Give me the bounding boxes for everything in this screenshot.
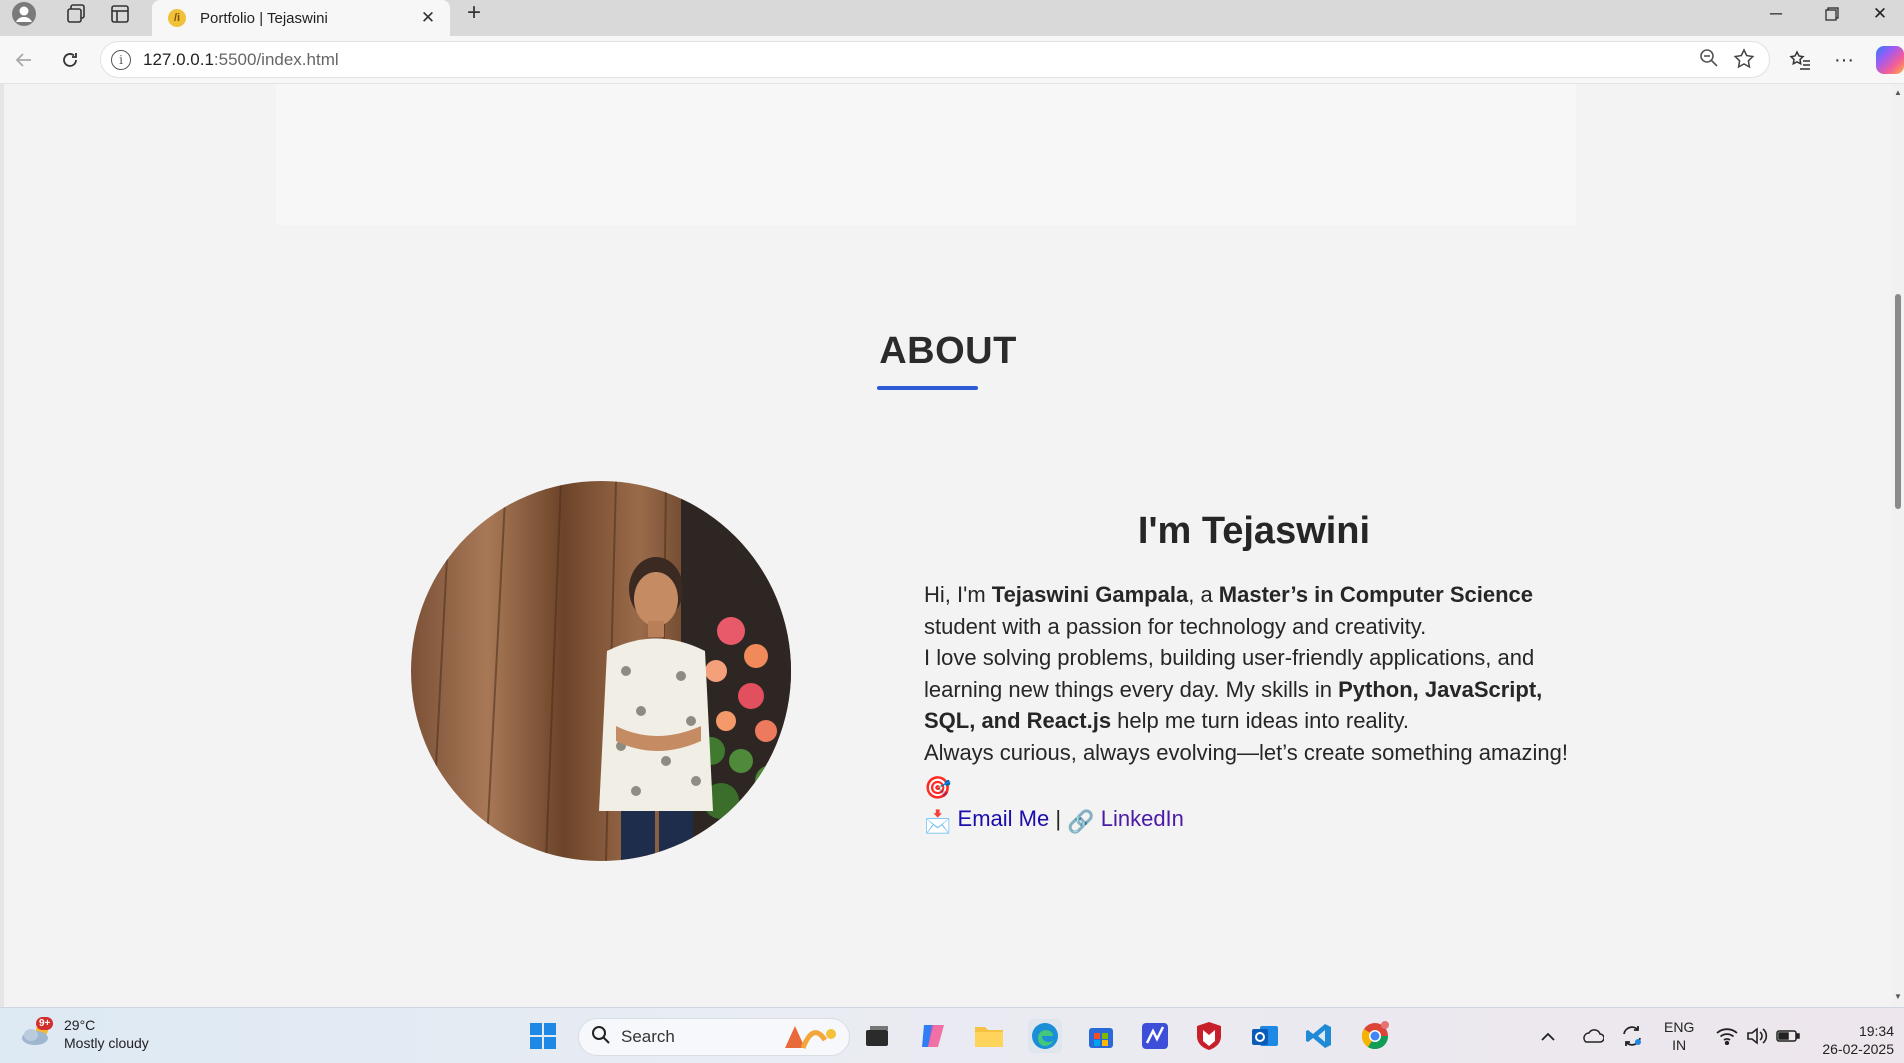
heading-underline bbox=[877, 386, 978, 390]
weather-temperature: 29°C bbox=[64, 1017, 96, 1033]
sync-icon[interactable] bbox=[1620, 1008, 1644, 1063]
file-explorer-icon[interactable] bbox=[972, 1019, 1006, 1053]
workspaces-icon[interactable] bbox=[56, 0, 96, 28]
windows-taskbar: 9+ 29°C Mostly cloudy Search ENG IN 19:3… bbox=[0, 1007, 1904, 1063]
previous-section-panel bbox=[276, 84, 1576, 225]
intro-mid: , a bbox=[1188, 582, 1219, 607]
language-indicator[interactable]: ENG IN bbox=[1664, 1008, 1694, 1063]
weather-alert-badge: 9+ bbox=[36, 1017, 54, 1030]
target-icon: 🎯 bbox=[924, 774, 952, 800]
start-button[interactable] bbox=[526, 1019, 560, 1053]
minimize-button[interactable]: ─ bbox=[1748, 0, 1804, 28]
mcafee-icon[interactable] bbox=[1192, 1019, 1226, 1053]
skills-suffix: help me turn ideas into reality. bbox=[1111, 708, 1410, 734]
more-options-icon[interactable]: ··· bbox=[1826, 44, 1862, 76]
tab-favicon-icon: /i bbox=[168, 9, 186, 27]
link-separator: | bbox=[1055, 806, 1062, 832]
cloud-sun-icon: 9+ bbox=[20, 1017, 54, 1047]
copilot-app-icon[interactable] bbox=[916, 1019, 950, 1053]
chrome-icon[interactable] bbox=[1358, 1019, 1392, 1053]
about-description: Hi, I'm Tejaswini Gampala, a Master’s in… bbox=[924, 579, 1584, 838]
tab-title: Portfolio | Tejaswini bbox=[200, 9, 328, 27]
site-info-icon[interactable]: i bbox=[111, 49, 131, 70]
about-section-heading: ABOUT bbox=[879, 330, 1017, 372]
zoom-out-icon[interactable] bbox=[1699, 48, 1719, 76]
page-scrollbar[interactable]: ▲ ▼ bbox=[1892, 84, 1904, 1007]
profile-photo bbox=[411, 481, 791, 861]
edge-browser-icon[interactable] bbox=[1028, 1019, 1062, 1053]
search-highlight-icon bbox=[781, 1020, 841, 1055]
volume-icon[interactable] bbox=[1746, 1008, 1768, 1063]
system-clock[interactable]: 19:34 26-02-2025 bbox=[1818, 1022, 1894, 1058]
scroll-down-arrow-icon[interactable]: ▼ bbox=[1893, 992, 1903, 1002]
region-code: IN bbox=[1672, 1037, 1687, 1053]
battery-icon[interactable] bbox=[1776, 1008, 1800, 1063]
back-button[interactable] bbox=[6, 44, 42, 76]
show-hidden-icons[interactable] bbox=[1540, 1008, 1556, 1063]
clock-time: 19:34 bbox=[1858, 1023, 1894, 1039]
profile-icon[interactable] bbox=[4, 0, 44, 28]
close-window-button[interactable]: ✕ bbox=[1856, 0, 1904, 28]
microsoft-store-icon[interactable] bbox=[1084, 1019, 1118, 1053]
copilot-icon[interactable] bbox=[1876, 46, 1904, 74]
clock-date: 26-02-2025 bbox=[1822, 1041, 1894, 1057]
vscode-icon[interactable] bbox=[1302, 1019, 1336, 1053]
intro-suffix: student with a passion for technology an… bbox=[924, 613, 1427, 639]
url-field[interactable]: i 127.0.0.1:5500/index.html bbox=[100, 41, 1770, 78]
search-icon bbox=[591, 1025, 611, 1050]
linkedin-link[interactable]: LinkedIn bbox=[1101, 806, 1184, 831]
url-text: 127.0.0.1:5500/index.html bbox=[143, 49, 339, 69]
vertical-tabs-icon[interactable] bbox=[100, 0, 140, 28]
favorites-icon[interactable] bbox=[1782, 44, 1818, 76]
outlook-icon[interactable] bbox=[1248, 1019, 1282, 1053]
onedrive-icon[interactable] bbox=[1580, 1008, 1604, 1063]
reload-button[interactable] bbox=[52, 44, 88, 76]
address-bar-row: i 127.0.0.1:5500/index.html ··· bbox=[0, 36, 1904, 84]
language-code: ENG bbox=[1664, 1019, 1695, 1035]
task-view-icon[interactable] bbox=[860, 1019, 894, 1053]
closing-line: Always curious, always evolving—let’s cr… bbox=[924, 739, 1568, 765]
search-label: Search bbox=[621, 1027, 675, 1046]
intro-degree: Master’s in Computer Science bbox=[1218, 582, 1534, 607]
weather-widget[interactable]: 9+ 29°C Mostly cloudy bbox=[20, 1016, 149, 1052]
restore-button[interactable] bbox=[1804, 0, 1860, 28]
email-inbox-icon: 📩 bbox=[924, 809, 952, 835]
wifi-icon[interactable] bbox=[1716, 1008, 1738, 1063]
intro-name: Tejaswini Gampala bbox=[991, 582, 1189, 607]
whiteboard-app-icon[interactable] bbox=[1138, 1019, 1172, 1053]
link-chain-icon: 🔗 bbox=[1067, 809, 1095, 835]
scroll-up-arrow-icon[interactable]: ▲ bbox=[1893, 88, 1903, 98]
intro-prefix: Hi, I'm bbox=[924, 582, 992, 607]
page-viewport: ABOUT I'm Tejaswini Hi, I'm Tejaswini Ga… bbox=[0, 84, 1892, 1007]
favorite-star-icon[interactable] bbox=[1733, 48, 1755, 76]
tab-close-icon[interactable]: ✕ bbox=[416, 8, 440, 28]
taskbar-search[interactable]: Search bbox=[578, 1018, 850, 1056]
browser-tab-bar: /i Portfolio | Tejaswini ✕ + ─ ✕ bbox=[0, 0, 1904, 36]
browser-tab-active[interactable]: /i Portfolio | Tejaswini ✕ bbox=[152, 0, 450, 36]
new-tab-button[interactable]: + bbox=[458, 0, 490, 26]
scrollbar-thumb[interactable] bbox=[1895, 294, 1901, 509]
weather-description: Mostly cloudy bbox=[64, 1035, 149, 1051]
about-title: I'm Tejaswini bbox=[1137, 510, 1371, 552]
email-me-link[interactable]: Email Me bbox=[958, 806, 1050, 831]
